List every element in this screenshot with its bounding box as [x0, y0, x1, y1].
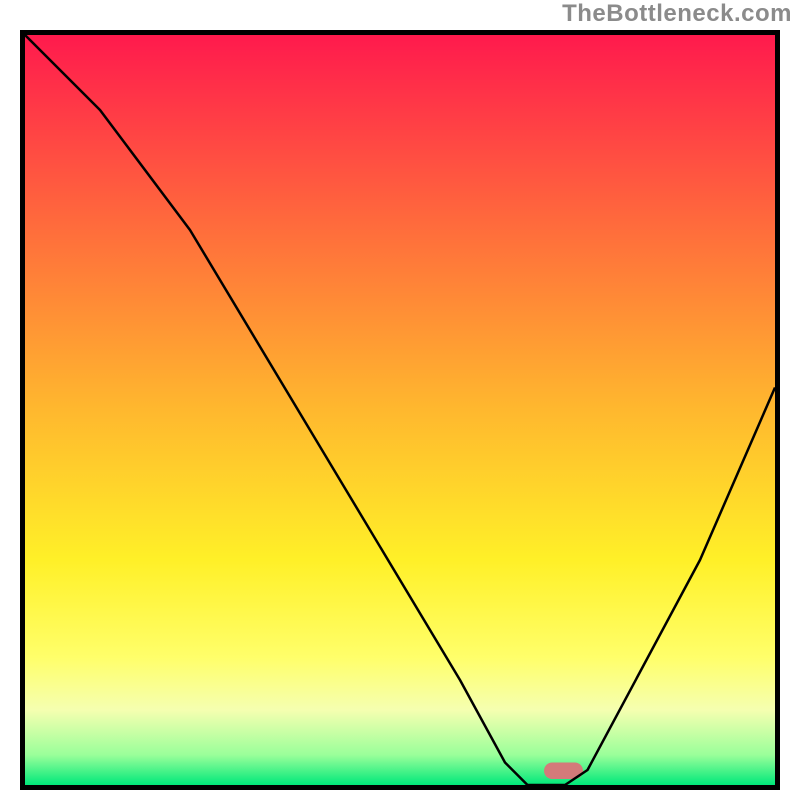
gradient-background — [25, 35, 775, 785]
chart-container: TheBottleneck.com — [0, 0, 800, 800]
watermark-text: TheBottleneck.com — [562, 0, 792, 28]
plot-svg — [25, 35, 775, 785]
plot-frame — [20, 30, 780, 790]
